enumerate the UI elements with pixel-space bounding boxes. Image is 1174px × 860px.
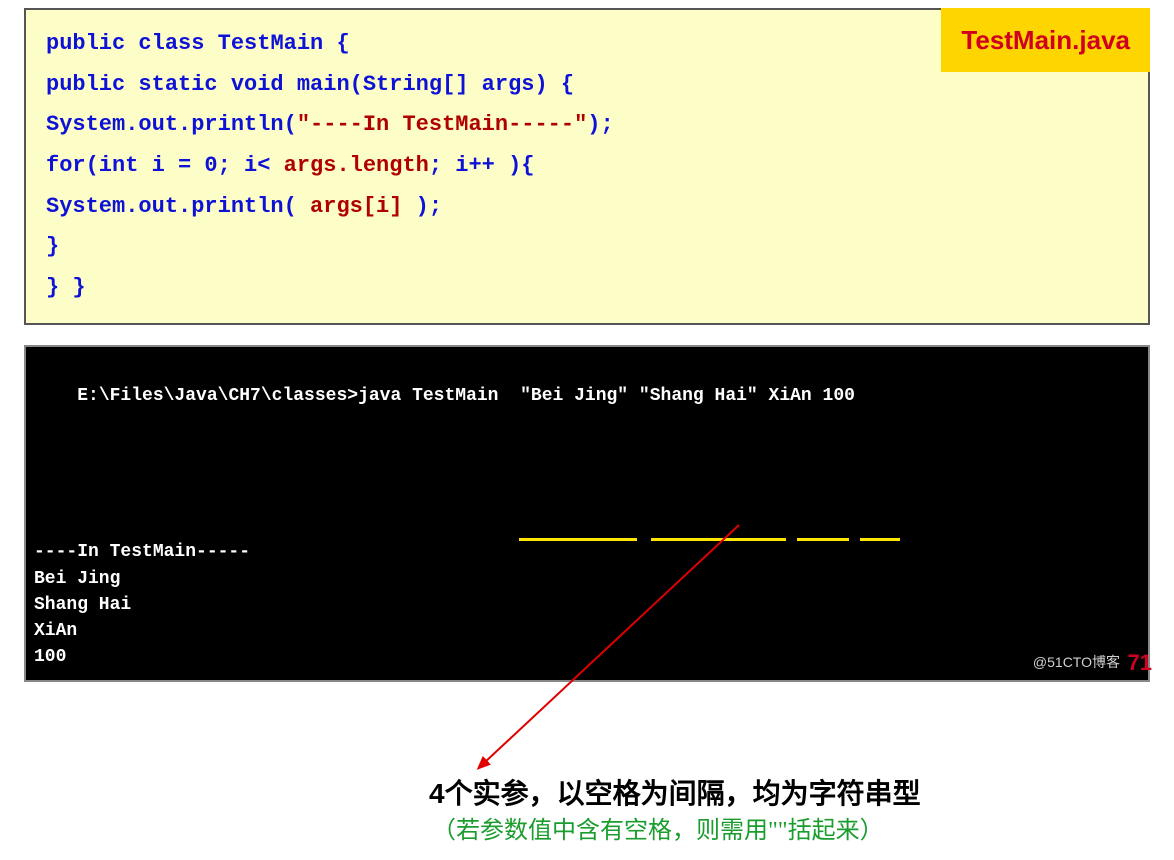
terminal-out-5: 100	[34, 644, 1140, 670]
code-line-5: System.out.println( args[i] );	[46, 187, 1128, 228]
terminal-out-2: Bei Jing	[34, 566, 1140, 592]
code-line-4: for(int i = 0; i< args.length; i++ ){	[46, 146, 1128, 187]
page-number: 71	[1128, 650, 1152, 676]
annotation-area: 4个实参，以空格为间隔，均为字符串型 （若参数值中含有空格，则需用""括起来）	[24, 690, 1150, 860]
filename-badge: TestMain.java	[941, 8, 1150, 72]
watermark: @51CTO博客	[1033, 652, 1120, 672]
terminal-command: E:\Files\Java\CH7\classes>java TestMain …	[34, 357, 1140, 540]
code-line-6: }	[46, 227, 1128, 268]
code-line-7: } }	[46, 268, 1128, 309]
terminal-out-3: Shang Hai	[34, 592, 1140, 618]
terminal-out-1: ----In TestMain-----	[34, 539, 1140, 565]
annotation-main: 4个实参，以空格为间隔，均为字符串型	[429, 772, 921, 812]
code-line-3: System.out.println("----In TestMain-----…	[46, 105, 1128, 146]
terminal-out-4: XiAn	[34, 618, 1140, 644]
terminal-output: E:\Files\Java\CH7\classes>java TestMain …	[24, 345, 1150, 682]
annotation-sub: （若参数值中含有空格，则需用""括起来）	[432, 810, 884, 845]
code-block: TestMain.java public class TestMain { pu…	[24, 8, 1150, 325]
